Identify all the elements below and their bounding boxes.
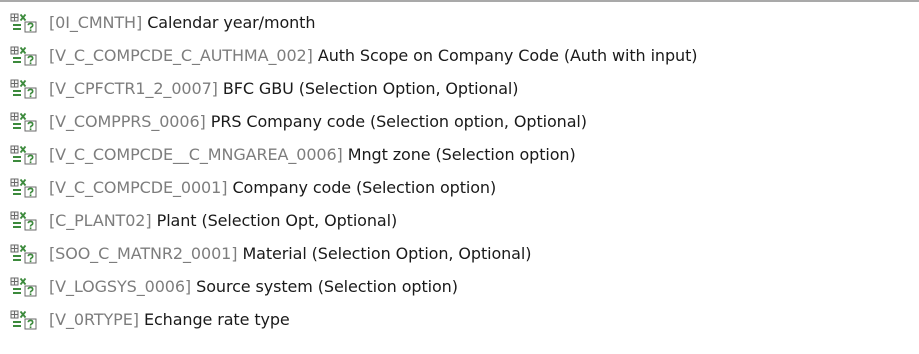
variable-icon [10,244,38,264]
list-item[interactable]: [SOO_C_MATNR2_0001] Material (Selection … [10,237,697,270]
variable-icon [10,211,38,231]
list-item[interactable]: [V_C_COMPCDE_C_AUTHMA_002] Auth Scope on… [10,39,697,72]
variable-icon [10,277,38,297]
variable-description: Material (Selection Option, Optional) [242,244,532,263]
variable-technical-name: [V_0RTYPE] [49,310,139,329]
variable-technical-name: [SOO_C_MATNR2_0001] [49,244,238,263]
variable-technical-name: [V_LOGSYS_0006] [49,277,192,296]
variable-description: Mngt zone (Selection option) [347,145,576,164]
variable-icon [10,112,38,132]
variable-list: [0I_CMNTH] Calendar year/month [V_C_COMPC… [10,6,697,336]
variable-technical-name: [V_COMPPRS_0006] [49,112,206,131]
variable-icon [10,46,38,66]
variable-description: Auth Scope on Company Code (Auth with in… [317,46,698,65]
variable-description: Source system (Selection option) [196,277,458,296]
list-item[interactable]: [V_CPFCTR1_2_0007] BFC GBU (Selection Op… [10,72,697,105]
list-item[interactable]: [C_PLANT02] Plant (Selection Opt, Option… [10,204,697,237]
list-item[interactable]: [V_0RTYPE] Echange rate type [10,303,697,336]
variable-description: PRS Company code (Selection option, Opti… [210,112,587,131]
variable-icon [10,13,38,33]
list-item[interactable]: [V_LOGSYS_0006] Source system (Selection… [10,270,697,303]
list-item[interactable]: [V_C_COMPCDE_0001] Company code (Selecti… [10,171,697,204]
list-item[interactable]: [V_C_COMPCDE__C_MNGAREA_0006] Mngt zone … [10,138,697,171]
list-item[interactable]: [0I_CMNTH] Calendar year/month [10,6,697,39]
variable-technical-name: [V_C_COMPCDE_C_AUTHMA_002] [49,46,313,65]
variable-description: Company code (Selection option) [232,178,497,197]
variable-description: Calendar year/month [147,13,316,32]
variable-technical-name: [0I_CMNTH] [49,13,143,32]
variable-icon [10,145,38,165]
variable-description: BFC GBU (Selection Option, Optional) [222,79,519,98]
variable-technical-name: [V_CPFCTR1_2_0007] [49,79,218,98]
variable-technical-name: [C_PLANT02] [49,211,152,230]
variable-technical-name: [V_C_COMPCDE__C_MNGAREA_0006] [49,145,343,164]
variable-description: Plant (Selection Opt, Optional) [156,211,398,230]
variable-icon [10,310,38,330]
variable-icon [10,79,38,99]
variable-technical-name: [V_C_COMPCDE_0001] [49,178,228,197]
variable-icon [10,178,38,198]
variable-description: Echange rate type [143,310,290,329]
list-item[interactable]: [V_COMPPRS_0006] PRS Company code (Selec… [10,105,697,138]
panel-top-border [0,0,919,2]
